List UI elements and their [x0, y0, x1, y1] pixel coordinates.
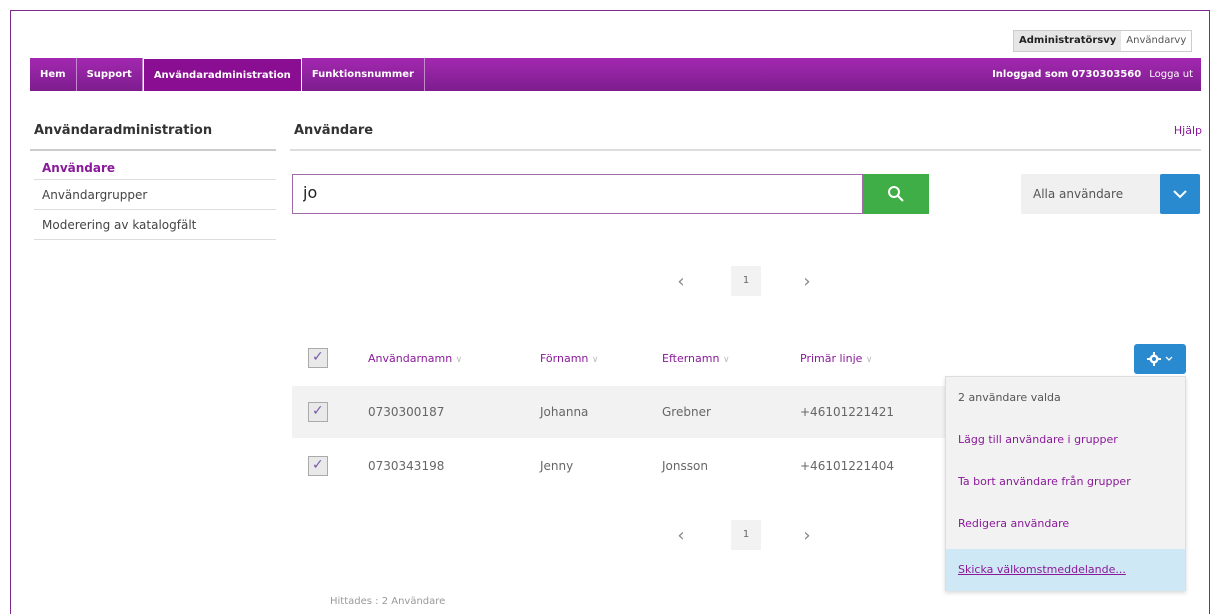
cell-primary-line: +46101221404 [800, 459, 895, 473]
gear-icon [1147, 352, 1161, 366]
next-page-icon[interactable]: › [799, 525, 815, 546]
main-divider [290, 149, 1201, 151]
pager-top: ‹ 1 › [673, 266, 815, 296]
filter-dropdown-button[interactable] [1160, 174, 1200, 214]
bulk-actions-button[interactable] [1134, 344, 1186, 374]
view-switch: Administratörsvy Användarvy [1013, 30, 1193, 52]
nav-home[interactable]: Hem [30, 58, 77, 91]
nav-user-area: Inloggad som 0730303560 Logga ut [992, 69, 1201, 80]
top-navbar: Hem Support Användaradministration Funkt… [30, 58, 1201, 91]
menu-item-send-welcome[interactable]: Skicka välkomstmeddelande... [958, 563, 1126, 576]
column-lastname[interactable]: Efternamn ∨ [662, 352, 730, 365]
column-primary-line[interactable]: Primär linje ∨ [800, 352, 873, 365]
search-input[interactable] [293, 175, 853, 210]
selected-count: 2 användare valda [958, 391, 1061, 404]
user-filter-select[interactable]: Alla användare [1021, 174, 1161, 214]
page-number[interactable]: 1 [731, 520, 761, 550]
chevron-down-icon [1173, 190, 1187, 199]
menu-item-add-to-groups[interactable]: Lägg till användare i grupper [958, 433, 1118, 446]
cell-lastname: Grebner [662, 405, 711, 419]
menu-item-edit-users[interactable]: Redigera användare [958, 517, 1069, 530]
page-number[interactable]: 1 [731, 266, 761, 296]
column-firstname[interactable]: Förnamn ∨ [540, 352, 599, 365]
cell-firstname: Jenny [540, 459, 574, 473]
sidebar-divider [30, 149, 276, 151]
cell-lastname: Jonsson [662, 459, 708, 473]
help-link[interactable]: Hjälp [1174, 124, 1202, 137]
logged-in-label: Inloggad som 0730303560 [992, 69, 1142, 80]
user-view-tab[interactable]: Användarvy [1121, 31, 1192, 51]
cell-primary-line: +46101221421 [800, 405, 895, 419]
nav-function-numbers[interactable]: Funktionsnummer [302, 58, 425, 91]
cell-username: 0730343198 [368, 459, 445, 473]
menu-item-remove-from-groups[interactable]: Ta bort användare från grupper [958, 475, 1131, 488]
cell-username: 0730300187 [368, 405, 445, 419]
sidebar-item-users[interactable]: Användare [34, 156, 276, 180]
prev-page-icon[interactable]: ‹ [673, 271, 689, 292]
select-all-checkbox[interactable] [308, 348, 328, 368]
search-icon [888, 186, 904, 202]
row-checkbox[interactable] [308, 402, 328, 422]
nav-support[interactable]: Support [77, 58, 143, 91]
logout-link[interactable]: Logga ut [1149, 69, 1193, 80]
search-field [292, 174, 863, 214]
table-row[interactable]: 0730343198 Jenny Jonsson +46101221404 [292, 440, 952, 492]
sidebar-item-catalog-moderation[interactable]: Moderering av katalogfält [34, 210, 276, 240]
chevron-down-icon [1165, 356, 1173, 361]
admin-view-tab[interactable]: Administratörsvy [1014, 31, 1122, 51]
search-button[interactable] [863, 174, 929, 214]
pager-bottom: ‹ 1 › [673, 520, 815, 550]
prev-page-icon[interactable]: ‹ [673, 525, 689, 546]
page-title: Användare [294, 123, 374, 138]
sidebar-item-user-groups[interactable]: Användargrupper [34, 180, 276, 210]
table-header: Användarnamn ∨ Förnamn ∨ Efternamn ∨ Pri… [292, 344, 1201, 376]
sidebar-title: Användaradministration [34, 123, 213, 138]
results-count: Hittades : 2 Användare [330, 596, 446, 607]
nav-user-admin[interactable]: Användaradministration [142, 58, 302, 91]
next-page-icon[interactable]: › [799, 271, 815, 292]
row-checkbox[interactable] [308, 456, 328, 476]
table-row[interactable]: 0730300187 Johanna Grebner +46101221421 [292, 386, 952, 438]
bulk-actions-menu: 2 användare valda Lägg till användare i … [945, 376, 1186, 591]
column-username[interactable]: Användarnamn ∨ [368, 352, 462, 365]
cell-firstname: Johanna [540, 405, 589, 419]
sidebar-list: Användare Användargrupper Moderering av … [34, 156, 276, 240]
